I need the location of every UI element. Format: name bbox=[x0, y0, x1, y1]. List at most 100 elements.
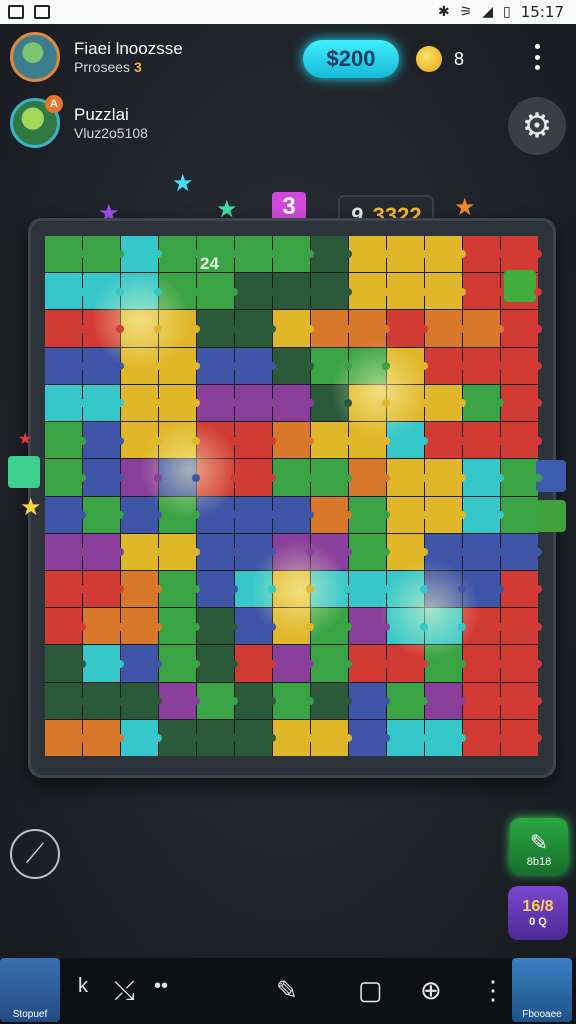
puzzle-piece[interactable] bbox=[311, 236, 352, 273]
puzzle-piece[interactable] bbox=[197, 719, 238, 756]
puzzle-piece[interactable] bbox=[387, 719, 428, 756]
puzzle-piece[interactable] bbox=[273, 682, 314, 719]
puzzle-piece[interactable] bbox=[45, 682, 86, 719]
puzzle-piece[interactable] bbox=[425, 608, 466, 645]
puzzle-piece[interactable] bbox=[159, 496, 200, 533]
puzzle-piece[interactable] bbox=[463, 719, 504, 756]
puzzle-piece[interactable] bbox=[387, 384, 428, 422]
puzzle-piece[interactable] bbox=[121, 570, 162, 608]
puzzle-piece[interactable] bbox=[273, 310, 314, 347]
powerup-button-1[interactable]: ✎ 8b18 bbox=[510, 818, 568, 874]
puzzle-piece[interactable] bbox=[425, 496, 466, 533]
puzzle-piece[interactable] bbox=[463, 310, 504, 347]
puzzle-piece[interactable] bbox=[387, 236, 428, 273]
puzzle-piece[interactable] bbox=[45, 570, 86, 608]
puzzle-piece[interactable] bbox=[387, 347, 428, 384]
puzzle-piece[interactable] bbox=[311, 384, 352, 422]
puzzle-piece[interactable] bbox=[121, 608, 162, 645]
cash-balance-button[interactable]: $200 bbox=[303, 40, 399, 78]
puzzle-piece[interactable] bbox=[235, 347, 276, 384]
loose-piece[interactable] bbox=[504, 270, 536, 302]
puzzle-piece[interactable] bbox=[159, 608, 200, 645]
puzzle-piece[interactable] bbox=[159, 533, 200, 570]
puzzle-piece[interactable] bbox=[121, 384, 162, 422]
puzzle-piece[interactable] bbox=[121, 273, 162, 310]
puzzle-piece[interactable] bbox=[83, 310, 124, 347]
hint-button[interactable]: ⟋ bbox=[10, 829, 60, 879]
puzzle-piece[interactable] bbox=[45, 719, 86, 756]
puzzle-piece[interactable] bbox=[425, 682, 466, 719]
puzzle-piece[interactable] bbox=[159, 273, 200, 310]
puzzle-piece[interactable] bbox=[463, 608, 504, 645]
puzzle-piece[interactable] bbox=[235, 719, 276, 756]
more-menu-button[interactable] bbox=[530, 44, 544, 70]
puzzle-piece[interactable] bbox=[425, 310, 466, 347]
puzzle-piece[interactable] bbox=[311, 459, 352, 496]
puzzle-piece[interactable] bbox=[311, 496, 352, 533]
puzzle-piece[interactable] bbox=[45, 310, 86, 347]
puzzle-piece[interactable] bbox=[311, 645, 352, 682]
puzzle-piece[interactable] bbox=[463, 533, 504, 570]
puzzle-piece[interactable] bbox=[387, 459, 428, 496]
puzzle-piece[interactable] bbox=[273, 719, 314, 756]
puzzle-piece[interactable] bbox=[159, 570, 200, 608]
puzzle-piece[interactable] bbox=[159, 422, 200, 459]
puzzle-piece[interactable] bbox=[425, 719, 466, 756]
puzzle-piece[interactable] bbox=[387, 645, 428, 682]
puzzle-piece[interactable] bbox=[45, 645, 86, 682]
puzzle-piece[interactable] bbox=[121, 496, 162, 533]
puzzle-piece[interactable] bbox=[501, 533, 542, 570]
puzzle-piece[interactable] bbox=[349, 496, 390, 533]
puzzle-piece[interactable] bbox=[121, 459, 162, 496]
puzzle-piece[interactable] bbox=[121, 310, 162, 347]
puzzle-piece[interactable] bbox=[197, 645, 238, 682]
puzzle-piece[interactable] bbox=[197, 310, 238, 347]
puzzle-piece[interactable] bbox=[273, 608, 314, 645]
puzzle-piece[interactable] bbox=[349, 533, 390, 570]
puzzle-piece[interactable] bbox=[311, 533, 352, 570]
puzzle-piece[interactable] bbox=[197, 384, 238, 422]
puzzle-piece[interactable] bbox=[273, 570, 314, 608]
puzzle-piece[interactable] bbox=[197, 347, 238, 384]
puzzle-piece[interactable] bbox=[159, 682, 200, 719]
puzzle-piece[interactable] bbox=[501, 608, 542, 645]
puzzle-piece[interactable] bbox=[501, 645, 542, 682]
puzzle-piece[interactable] bbox=[83, 682, 124, 719]
puzzle-piece[interactable] bbox=[235, 645, 276, 682]
puzzle-piece[interactable] bbox=[121, 422, 162, 459]
puzzle-piece[interactable] bbox=[121, 645, 162, 682]
puzzle-piece[interactable] bbox=[235, 236, 276, 273]
puzzle-piece[interactable] bbox=[235, 570, 276, 608]
puzzle-piece[interactable] bbox=[463, 496, 504, 533]
puzzle-piece[interactable] bbox=[463, 422, 504, 459]
puzzle-piece[interactable] bbox=[425, 533, 466, 570]
puzzle-piece[interactable] bbox=[349, 236, 390, 273]
shuffle-icon[interactable]: ⤯ bbox=[114, 975, 135, 1007]
puzzle-piece[interactable] bbox=[425, 273, 466, 310]
puzzle-piece[interactable] bbox=[349, 347, 390, 384]
puzzle-piece[interactable] bbox=[311, 310, 352, 347]
puzzle-piece[interactable] bbox=[425, 422, 466, 459]
nav-profile-thumb[interactable]: Stopuef bbox=[0, 958, 60, 1022]
puzzle-piece[interactable] bbox=[349, 608, 390, 645]
puzzle-piece[interactable] bbox=[235, 384, 276, 422]
puzzle-piece[interactable] bbox=[349, 459, 390, 496]
puzzle-piece[interactable] bbox=[349, 422, 390, 459]
puzzle-piece[interactable] bbox=[83, 608, 124, 645]
puzzle-piece[interactable] bbox=[83, 645, 124, 682]
puzzle-piece[interactable] bbox=[273, 645, 314, 682]
puzzle-piece[interactable] bbox=[311, 719, 352, 756]
puzzle-piece[interactable] bbox=[197, 422, 238, 459]
puzzle-piece[interactable] bbox=[83, 459, 124, 496]
puzzle-piece[interactable] bbox=[83, 570, 124, 608]
puzzle-piece[interactable] bbox=[273, 533, 314, 570]
puzzle-piece[interactable] bbox=[463, 384, 504, 422]
puzzle-piece[interactable] bbox=[425, 459, 466, 496]
nav-shop-thumb[interactable]: Fbooaee bbox=[512, 958, 572, 1022]
puzzle-piece[interactable] bbox=[197, 496, 238, 533]
puzzle-piece[interactable] bbox=[387, 570, 428, 608]
puzzle-piece[interactable] bbox=[235, 608, 276, 645]
puzzle-piece[interactable] bbox=[501, 459, 542, 496]
puzzle-piece[interactable] bbox=[159, 384, 200, 422]
nav-k-icon[interactable]: k bbox=[78, 975, 88, 998]
